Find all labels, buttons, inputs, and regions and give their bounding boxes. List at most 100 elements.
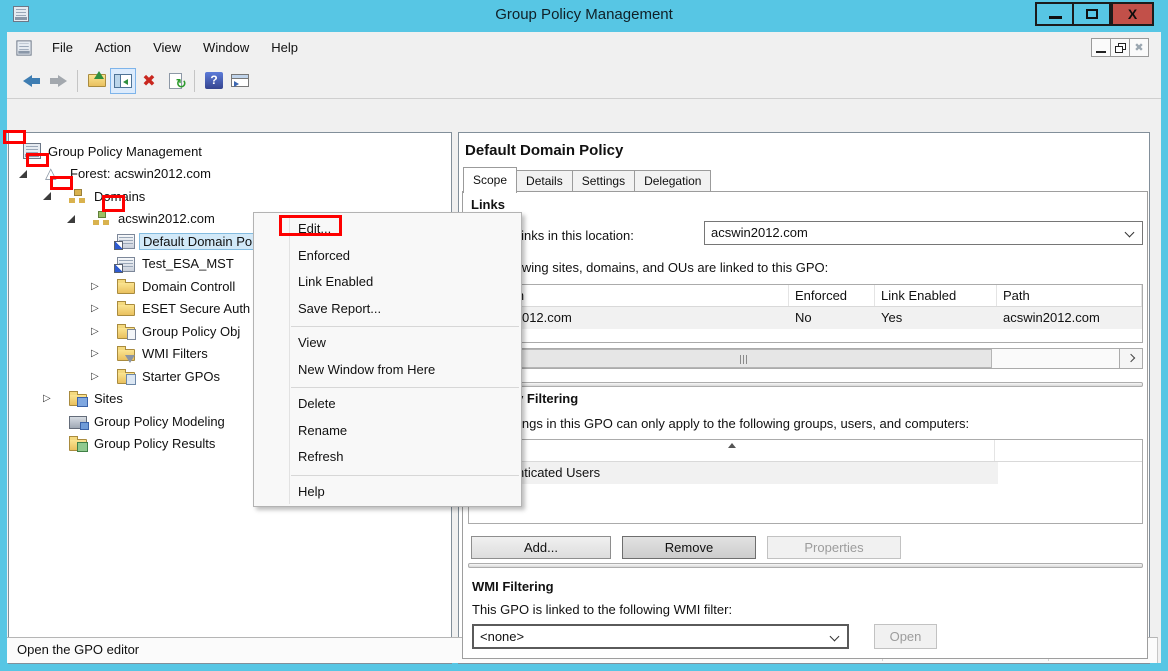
tree-item-label: Forest: acswin2012.com [67,165,214,182]
tree-item-label: Group Policy Obj [139,323,243,340]
add-button[interactable]: Add... [471,536,611,559]
column-header-link-enabled[interactable]: Link Enabled [875,285,997,306]
starter-icon [117,372,135,384]
links-heading: Links [471,197,505,212]
table-cell: acswin2012.com [997,307,1142,329]
chevron-down-icon[interactable] [1125,228,1135,238]
menubar-item-file[interactable]: File [41,37,84,59]
tree-item-label: acswin2012.com [115,210,218,227]
annotation-red-box-edit [279,215,342,236]
delete-button[interactable]: ✖ [136,68,162,94]
domain-icon [93,211,111,226]
maximize-button[interactable] [1072,2,1111,26]
context-menu-item-link-enabled[interactable]: Link Enabled [254,269,521,296]
results-icon [69,439,87,451]
tree-item-domains[interactable]: Domains [9,185,451,208]
tree-item-label: Starter GPOs [139,368,223,385]
tree-item-forest-acswin2012-com[interactable]: △Forest: acswin2012.com [9,163,451,186]
links-table-hscrollbar[interactable] [468,348,1143,369]
help-button[interactable]: ? [201,68,227,94]
column-header-enforced[interactable]: Enforced [789,285,875,306]
remove-button[interactable]: Remove [622,536,756,559]
scroll-right-button[interactable] [1119,349,1142,368]
expander-forest-acswin2012-com[interactable] [19,170,45,178]
tab-delegation[interactable]: Delegation [634,170,711,192]
sites-icon [69,394,87,406]
tree-item-label: Sites [91,390,126,407]
expander-starter-gpos[interactable]: ▷ [91,371,117,382]
menubar-item-help[interactable]: Help [260,37,309,59]
close-button[interactable]: X [1111,2,1154,26]
wmi-filtering-heading: WMI Filtering [472,579,554,594]
gpo-icon [117,257,135,272]
up-one-level-button[interactable] [84,68,110,94]
wmi-filter-combobox[interactable]: <none> [472,624,849,649]
tab-strip: ScopeDetailsSettingsDelegation [463,166,710,192]
title-bar[interactable]: Group Policy Management X [0,0,1168,32]
expander-acswin2012-com[interactable] [67,215,93,223]
mdi-minimize-button[interactable] [1091,38,1111,57]
mdi-restore-button[interactable] [1110,38,1130,57]
menubar-item-view[interactable]: View [142,37,192,59]
menu-bar: FileActionViewWindowHelp ✖ [7,32,1161,63]
expander-sites[interactable]: ▷ [43,393,69,404]
client-area: FileActionViewWindowHelp ✖ ✖↻? Group Pol… [7,32,1161,663]
back-button[interactable] [19,68,45,94]
properties-button[interactable]: Properties [767,536,901,559]
tree-item-group-policy-management[interactable]: Group Policy Management [9,140,451,163]
export-list-button[interactable] [227,68,253,94]
show-console-tree-button[interactable] [110,68,136,94]
expander-wmi-filters[interactable]: ▷ [91,348,117,359]
refresh-button[interactable]: ↻ [162,68,188,94]
toolbar-separator [194,70,195,92]
security-list-header[interactable] [469,440,1142,462]
console-icon [16,40,31,55]
tab-settings[interactable]: Settings [572,170,635,192]
mdi-close-button[interactable]: ✖ [1129,38,1149,57]
tab-details[interactable]: Details [516,170,573,192]
annotation-red-box-domains-expander [26,153,49,167]
chevron-down-icon[interactable] [830,632,840,642]
forward-icon [49,75,67,87]
context-menu-item-refresh[interactable]: Refresh [254,444,521,471]
main-area: Group Policy Management△Forest: acswin20… [7,99,1161,637]
expander-domains[interactable] [43,192,69,200]
context-menu-item-new-window-from-here[interactable]: New Window from Here [254,357,521,384]
menubar-item-window[interactable]: Window [192,37,260,59]
forward-button[interactable] [45,68,71,94]
tab-scope[interactable]: Scope [463,167,517,193]
security-filtering-description: The settings in this GPO can only apply … [472,416,969,431]
expander-domain-controll[interactable]: ▷ [91,281,117,292]
context-menu-item-save-report[interactable]: Save Report... [254,296,521,323]
tree-item-label: WMI Filters [139,345,211,362]
wmi-filtering-description: This GPO is linked to the following WMI … [472,602,732,617]
expander-group-policy-obj[interactable]: ▷ [91,326,117,337]
table-row[interactable]: acswin2012.comNoYesacswin2012.com [469,307,1142,329]
hscroll-thumb[interactable] [493,349,992,368]
context-menu-item-delete[interactable]: Delete [254,391,521,418]
menubar-item-action[interactable]: Action [84,37,142,59]
mdi-close-icon: ✖ [1130,39,1148,56]
minimize-button[interactable] [1035,2,1074,26]
maximize-icon [1086,9,1098,19]
column-header-path[interactable]: Path [997,285,1142,306]
links-table: LocationEnforcedLink EnabledPath acswin2… [468,284,1143,343]
gpo-context-menu: Edit...EnforcedLink EnabledSave Report..… [253,212,522,507]
close-icon: X [1113,4,1152,24]
context-menu-item-enforced[interactable]: Enforced [254,243,521,270]
gpofold-icon [117,327,135,339]
security-filtering-list[interactable]: Authenticated Users [468,439,1143,524]
list-item-authenticated-users[interactable]: Authenticated Users [469,462,998,484]
context-menu-item-help[interactable]: Help [254,479,521,506]
tree-item-label: Domain Controll [139,278,238,295]
context-menu-item-view[interactable]: View [254,330,521,357]
links-intro-text: The following sites, domains, and OUs ar… [472,260,828,275]
show-console-tree-icon [114,74,132,88]
location-combobox[interactable]: acswin2012.com [704,221,1143,245]
expander-eset-secure-auth[interactable]: ▷ [91,303,117,314]
wmi-filter-combobox-value: <none> [480,629,524,644]
mdi-minimize-icon [1096,51,1106,53]
context-menu-item-rename[interactable]: Rename [254,418,521,445]
window-title: Group Policy Management [0,0,1168,32]
open-button[interactable]: Open [874,624,937,649]
